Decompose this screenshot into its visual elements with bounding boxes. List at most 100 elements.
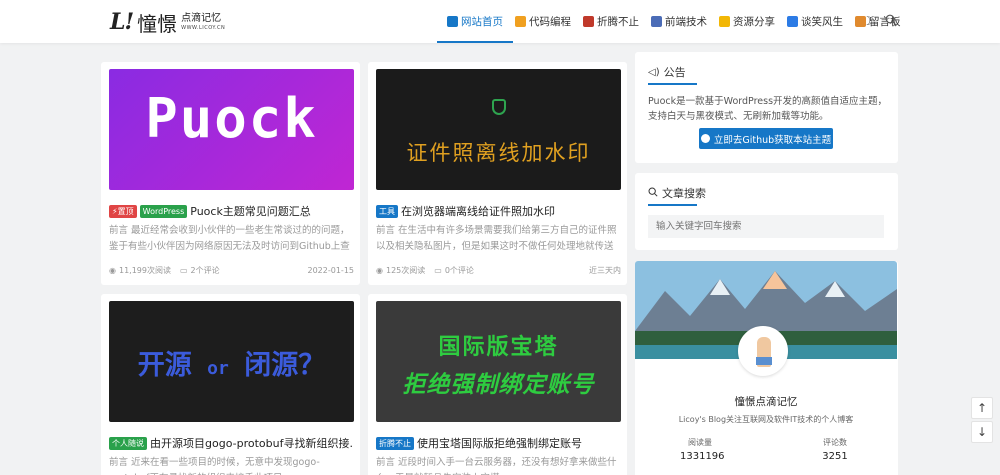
speaker-icon: ◁) bbox=[648, 66, 660, 78]
tag-sticky[interactable]: ⚡置顶 bbox=[109, 204, 137, 218]
post-card[interactable]: 证件照离线加水印 工具 在浏览器端离线给证件照加水印 前言 在生活中有许多场景需… bbox=[368, 62, 627, 285]
top-header: L! 憧憬 点滴记忆 WWW.LICOY.CN 网站首页 代码编程 折腾不止 前端技术… bbox=[0, 0, 1000, 43]
views-text: 125次阅读 bbox=[385, 266, 426, 275]
logo-mark: L! bbox=[110, 9, 134, 35]
thumb-text-b: 拒绝强制绑定账号 bbox=[402, 372, 595, 398]
views-text: 11,199次阅读 bbox=[118, 266, 171, 275]
notice-title: 公告 bbox=[663, 66, 686, 79]
nav-item-2[interactable]: 折腾不止 bbox=[577, 0, 645, 43]
arrow-up-icon: ↑ bbox=[976, 401, 988, 415]
smile-icon bbox=[719, 16, 730, 27]
post-thumbnail[interactable]: 证件照离线加水印 bbox=[376, 69, 621, 190]
code-icon bbox=[515, 16, 526, 27]
home-icon bbox=[447, 16, 458, 27]
post-meta: ◉ 125次阅读 ▭ 0个评论 近三天内 bbox=[376, 265, 621, 276]
book-icon bbox=[787, 16, 798, 27]
comments-count: ▭ 2个评论 bbox=[180, 265, 220, 276]
post-thumbnail[interactable]: 开源 or 闭源？ bbox=[109, 301, 354, 422]
thumb-text: 证件照离线加水印 bbox=[406, 141, 591, 165]
post-excerpt: 前言 近段时间入手一台云服务器，还没有想好拿来做些什么，于是就暂且先安装上宝塔.… bbox=[376, 457, 617, 475]
logo-title: 憧憬 bbox=[137, 11, 178, 36]
nav-item-label: 折腾不止 bbox=[597, 16, 639, 28]
nav-item-label: 代码编程 bbox=[529, 16, 571, 28]
nav-item-3[interactable]: 前端技术 bbox=[645, 0, 713, 43]
post-title-text[interactable]: 由开源项目gogo-protobuf寻找新组织接... bbox=[150, 435, 354, 451]
comment-icon: ▭ bbox=[434, 266, 442, 275]
scroll-top-button[interactable]: ↑ bbox=[971, 397, 993, 419]
post-excerpt: 前言 近来在看一些项目的时候，无意中发现gogo-protobuf正在寻找新的组… bbox=[109, 457, 320, 475]
post-title-text[interactable]: Puock主题常见问题汇总 bbox=[190, 203, 311, 219]
stat-comments-label: 评论数 bbox=[823, 438, 847, 447]
thumb-text-c: 闭源？ bbox=[244, 350, 326, 381]
search-widget-icon bbox=[648, 187, 658, 200]
notice-header: ◁) 公告 bbox=[648, 64, 697, 85]
nav-item-label: 谈笑风生 bbox=[801, 16, 843, 28]
post-excerpt: 前言 最近经常会收到小伙伴的一些老生常谈过的的问题，鉴于有些小伙伴因为网络原因无… bbox=[109, 225, 350, 252]
toolbox-icon bbox=[583, 16, 594, 27]
comments-text: 2个评论 bbox=[190, 266, 220, 275]
comments-count: ▭ 0个评论 bbox=[434, 265, 474, 276]
search-title: 文章搜索 bbox=[662, 187, 706, 200]
github-icon bbox=[700, 134, 710, 143]
notice-widget: ◁) 公告 Puock是一款基于WordPress开发的高颜值自适应主题，支持白… bbox=[635, 52, 898, 163]
post-thumbnail[interactable]: Puock bbox=[109, 69, 354, 190]
post-date: 2022-01-15 bbox=[307, 266, 355, 275]
profile-desc: Licoy's Blog关注互联网及软件IT技术的个人博客 bbox=[678, 415, 854, 424]
nav-item-label: 前端技术 bbox=[665, 16, 707, 28]
stat-views-label: 阅读量 bbox=[688, 438, 712, 447]
post-title[interactable]: 个人随说 由开源项目gogo-protobuf寻找新组织接... bbox=[109, 435, 354, 451]
notice-text: Puock是一款基于WordPress开发的高颜值自适应主题，支持白天与黑夜模式… bbox=[648, 96, 888, 122]
avatar[interactable] bbox=[738, 326, 788, 376]
post-title[interactable]: ⚡置顶 WordPress Puock主题常见问题汇总 bbox=[109, 203, 354, 219]
search-icon[interactable] bbox=[885, 14, 897, 29]
post-date: 近三天内 bbox=[589, 266, 621, 275]
thumb-text-a: 国际版宝塔 bbox=[438, 335, 559, 360]
logo-subtitle-text: 点滴记忆 bbox=[181, 12, 222, 24]
site-logo[interactable]: L! 憧憬 点滴记忆 WWW.LICOY.CN bbox=[110, 8, 225, 36]
nav-item-4[interactable]: 资源分享 bbox=[713, 0, 781, 43]
stat-views-value: 1331196 bbox=[680, 451, 725, 462]
tag-tinker[interactable]: 折腾不止 bbox=[376, 436, 414, 450]
search-widget: 文章搜索 bbox=[635, 173, 898, 250]
post-card[interactable]: Puock ⚡置顶 WordPress Puock主题常见问题汇总 前言 最近经… bbox=[101, 62, 360, 285]
nav-item-1[interactable]: 代码编程 bbox=[509, 0, 577, 43]
stat-views: 阅读量 1331196 bbox=[680, 437, 725, 462]
post-title-text[interactable]: 在浏览器端离线给证件照加水印 bbox=[401, 203, 555, 219]
thumb-text-b: or bbox=[207, 358, 229, 379]
tag-wordpress[interactable]: WordPress bbox=[139, 204, 188, 218]
nav-item-label: 网站首页 bbox=[461, 16, 503, 28]
views-count: ◉ 125次阅读 bbox=[376, 265, 425, 276]
shield-icon bbox=[492, 99, 506, 115]
scroll-bottom-button[interactable]: ↓ bbox=[971, 421, 993, 443]
dark-mode-toggle-icon[interactable]: ☽ bbox=[862, 14, 873, 29]
views-count: ◉ 11,199次阅读 bbox=[109, 265, 171, 276]
nav-tools: ☽ bbox=[862, 14, 897, 29]
eye-icon: ◉ bbox=[109, 266, 116, 275]
thumb-text: Puock bbox=[145, 87, 318, 150]
post-title[interactable]: 折腾不止 使用宝塔国际版拒绝强制绑定账号 bbox=[376, 435, 621, 451]
post-title-text[interactable]: 使用宝塔国际版拒绝强制绑定账号 bbox=[417, 435, 582, 451]
tag-personal[interactable]: 个人随说 bbox=[109, 436, 147, 450]
nav-item-5[interactable]: 谈笑风生 bbox=[781, 0, 849, 43]
stat-comments: 评论数 3251 bbox=[815, 437, 855, 462]
logo-url: WWW.LICOY.CN bbox=[181, 24, 226, 31]
profile-name: 憧憬点滴记忆 bbox=[734, 396, 798, 408]
post-excerpt: 前言 在生活中有许多场景需要我们给第三方自己的证件照以及相关隐私图片，但是如果这… bbox=[376, 225, 617, 252]
post-title[interactable]: 工具 在浏览器端离线给证件照加水印 bbox=[376, 203, 621, 219]
post-thumbnail[interactable]: 国际版宝塔 拒绝强制绑定账号 bbox=[376, 301, 621, 422]
stat-comments-value: 3251 bbox=[822, 451, 848, 462]
avatar-shorts bbox=[756, 357, 772, 365]
comments-text: 0个评论 bbox=[444, 266, 474, 275]
comment-icon: ▭ bbox=[179, 266, 188, 275]
post-card[interactable]: 国际版宝塔 拒绝强制绑定账号 折腾不止 使用宝塔国际版拒绝强制绑定账号 前言 近… bbox=[368, 294, 627, 475]
search-header: 文章搜索 bbox=[648, 185, 706, 206]
thumb-text: 开源 or 闭源？ bbox=[109, 343, 354, 382]
eye-icon: ◉ bbox=[376, 266, 383, 275]
github-button[interactable]: 立即去Github获取本站主题 bbox=[699, 128, 833, 149]
search-input[interactable] bbox=[648, 215, 884, 238]
thumb-text-a: 开源 bbox=[137, 350, 192, 381]
github-button-label: 立即去Github获取本站主题 bbox=[713, 134, 832, 146]
post-card[interactable]: 开源 or 闭源？ 个人随说 由开源项目gogo-protobuf寻找新组织接.… bbox=[101, 294, 360, 475]
nav-item-0[interactable]: 网站首页 bbox=[437, 0, 513, 43]
tag-tool[interactable]: 工具 bbox=[376, 204, 398, 218]
